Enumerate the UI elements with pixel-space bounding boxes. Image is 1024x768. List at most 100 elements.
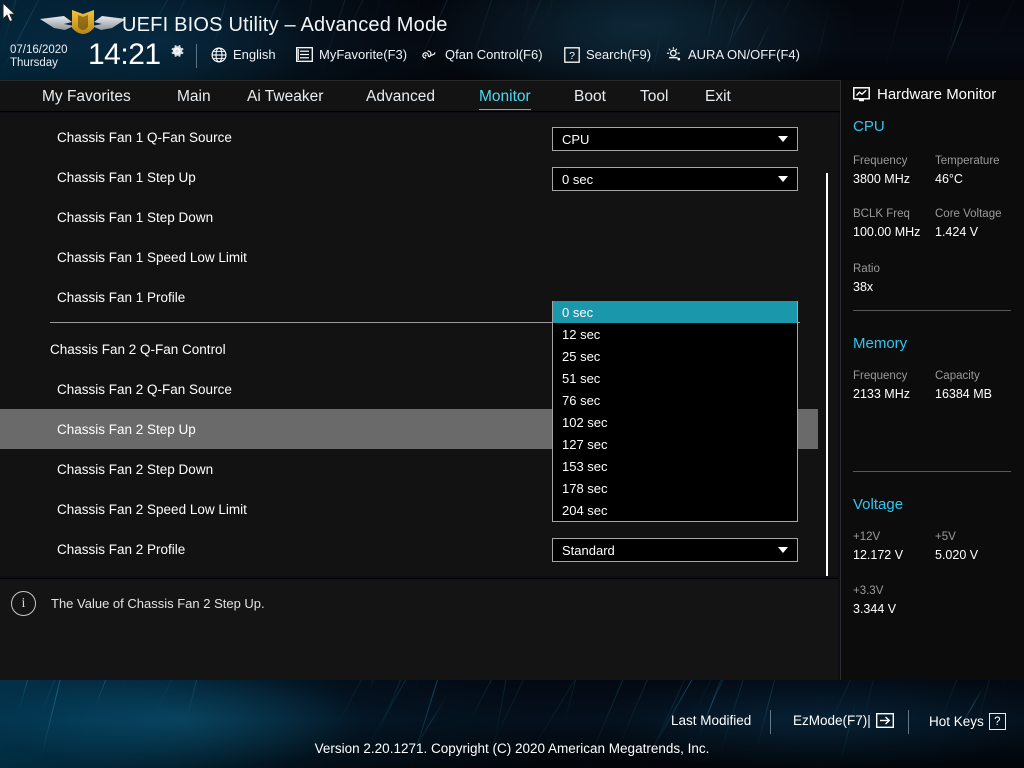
dropdown-option-label: 0 sec [562,304,594,320]
last-modified-label: Last Modified [671,713,752,728]
hw-label-memory-capacity: Capacity [935,370,980,382]
header-item-english[interactable]: English [210,46,276,63]
combo-value: Standard [562,542,615,558]
dropdown-option-label: 204 sec [562,502,608,518]
tab-advanced[interactable]: Advanced [366,81,435,113]
dropdown-option-76-sec[interactable]: 76 sec [553,389,797,411]
tab-label: Boot [574,88,606,105]
tab-exit[interactable]: Exit [705,81,731,113]
tab-label: Monitor [479,88,531,105]
hw-label-voltage-3-3v: +3.3V [853,585,884,597]
setting-label: Chassis Fan 2 Step Up [57,421,196,437]
setting-label: Chassis Fan 2 Step Down [57,461,214,477]
header-item-label: MyFavorite(F3) [319,47,408,62]
dropdown-option-25-sec[interactable]: 25 sec [553,345,797,367]
setting-label: Chassis Fan 1 Q-Fan Source [57,129,232,145]
hw-label-cpu-core-voltage: Core Voltage [935,208,1002,220]
tab-monitor[interactable]: Monitor [479,81,531,113]
aura-light-icon [665,46,682,63]
hardware-monitor-title: Hardware Monitor [853,86,996,103]
header-item-search-f9[interactable]: ? Search(F9) [563,46,651,63]
combo-chassis-fan-2-profile[interactable]: Standard [552,538,798,562]
footer-divider-2 [908,710,909,734]
gear-icon[interactable] [168,42,186,60]
setting-row-chassis-fan-1-speed-low-limit[interactable]: Chassis Fan 1 Speed Low Limit [0,237,818,277]
tab-label: Tool [640,88,669,105]
header-item-label: Qfan Control(F6) [445,47,543,62]
dropdown-option-102-sec[interactable]: 102 sec [553,411,797,433]
tab-my-favorites[interactable]: My Favorites [42,81,131,113]
chevron-down-icon [778,547,788,553]
hw-value-cpu-core-voltage: 1.424 V [935,225,979,239]
header-bar: UEFI BIOS Utility – Advanced Mode 07/16/… [0,0,1024,80]
tab-ai-tweaker[interactable]: Ai Tweaker [247,81,323,113]
hw-value-voltage-5v: 5.020 V [935,548,979,562]
dropdown-option-12-sec[interactable]: 12 sec [553,323,797,345]
settings-panel: Chassis Fan 1 Q-Fan Source CPU Chassis F… [0,113,838,576]
clock-display: 14:21 [88,38,161,71]
settings-scrollbar[interactable] [826,173,828,576]
tab-label: Exit [705,88,731,105]
header-item-label: Search(F9) [586,47,652,62]
version-text: Version 2.20.1271. Copyright (C) 2020 Am… [314,741,710,756]
hw-label-cpu-temperature: Temperature [935,155,1000,167]
tab-tool[interactable]: Tool [640,81,668,113]
hw-label-voltage-5v: +5V [935,531,956,543]
fan-icon [422,46,439,63]
setting-label: Chassis Fan 2 Speed Low Limit [57,501,247,517]
step-up-dropdown-list[interactable]: 0 sec 12 sec 25 sec 51 sec 76 sec 102 se… [552,301,798,522]
tab-label: Ai Tweaker [247,88,324,105]
header-divider [196,44,197,68]
info-icon: i [11,591,36,616]
combo-value: CPU [562,131,590,147]
hw-value-cpu-frequency: 3800 MHz [853,172,910,186]
page-title: UEFI BIOS Utility – Advanced Mode [122,14,448,36]
dropdown-option-178-sec[interactable]: 178 sec [553,477,797,499]
tab-boot[interactable]: Boot [574,81,606,113]
setting-label: Chassis Fan 2 Q-Fan Control [50,341,226,357]
hw-value-cpu-ratio: 38x [853,280,874,294]
dropdown-option-204-sec[interactable]: 204 sec [553,499,797,521]
help-text: The Value of Chassis Fan 2 Step Up. [51,596,265,611]
hw-value-voltage-3-3v: 3.344 V [853,602,897,616]
date-value: 07/16/2020 [10,44,68,56]
setting-row-chassis-fan-1-step-down[interactable]: Chassis Fan 1 Step Down [0,197,818,237]
dropdown-option-51-sec[interactable]: 51 sec [553,367,797,389]
dropdown-option-label: 178 sec [562,480,608,496]
combo-chassis-fan-1-q-fan-source[interactable]: CPU [552,127,798,151]
dropdown-option-153-sec[interactable]: 153 sec [553,455,797,477]
setting-label: Chassis Fan 2 Profile [57,541,186,557]
tab-label: My Favorites [42,88,131,105]
hot-keys-label: Hot Keys [929,714,984,729]
tab-main[interactable]: Main [177,81,211,113]
header-item-qfan-control-f6[interactable]: Qfan Control(F6) [422,46,543,63]
hardware-monitor-sidebar: Hardware Monitor CPU Frequency 3800 MHz Tem… [840,80,1024,680]
dropdown-option-label: 153 sec [562,458,608,474]
list-icon [296,46,313,63]
dropdown-option-127-sec[interactable]: 127 sec [553,433,797,455]
header-item-label: English [233,47,276,62]
hw-value-memory-capacity: 16384 MB [935,387,992,401]
setting-label: Chassis Fan 1 Step Up [57,169,196,185]
combo-chassis-fan-1-step-up[interactable]: 0 sec [552,167,798,191]
chevron-down-icon [778,136,788,142]
monitor-chart-icon [853,87,870,102]
dropdown-option-0-sec[interactable]: 0 sec [553,301,797,323]
dropdown-option-label: 127 sec [562,436,608,452]
setting-label: Chassis Fan 2 Q-Fan Source [57,381,232,397]
mouse-cursor [2,2,17,23]
header-item-myfavorite-f3[interactable]: MyFavorite(F3) [296,46,407,63]
last-modified-button[interactable]: Last Modified [671,713,751,728]
header-item-label: AURA ON/OFF(F4) [688,47,800,62]
hw-value-cpu-temperature: 46°C [935,172,963,186]
date-display: 07/16/2020 Thursday [10,44,68,70]
weekday-value: Thursday [10,57,58,69]
hot-keys-button[interactable]: Hot Keys ? [929,713,1006,730]
question-box-icon: ? [563,46,580,63]
ezmode-button[interactable]: EzMode(F7)| [793,713,894,728]
hw-value-voltage-12v: 12.172 V [853,548,904,562]
header-item-aura-on-off-f4[interactable]: AURA ON/OFF(F4) [665,46,800,63]
arrow-right-box-icon [875,713,894,728]
tab-label: Main [177,88,211,105]
hw-value-memory-frequency: 2133 MHz [853,387,910,401]
